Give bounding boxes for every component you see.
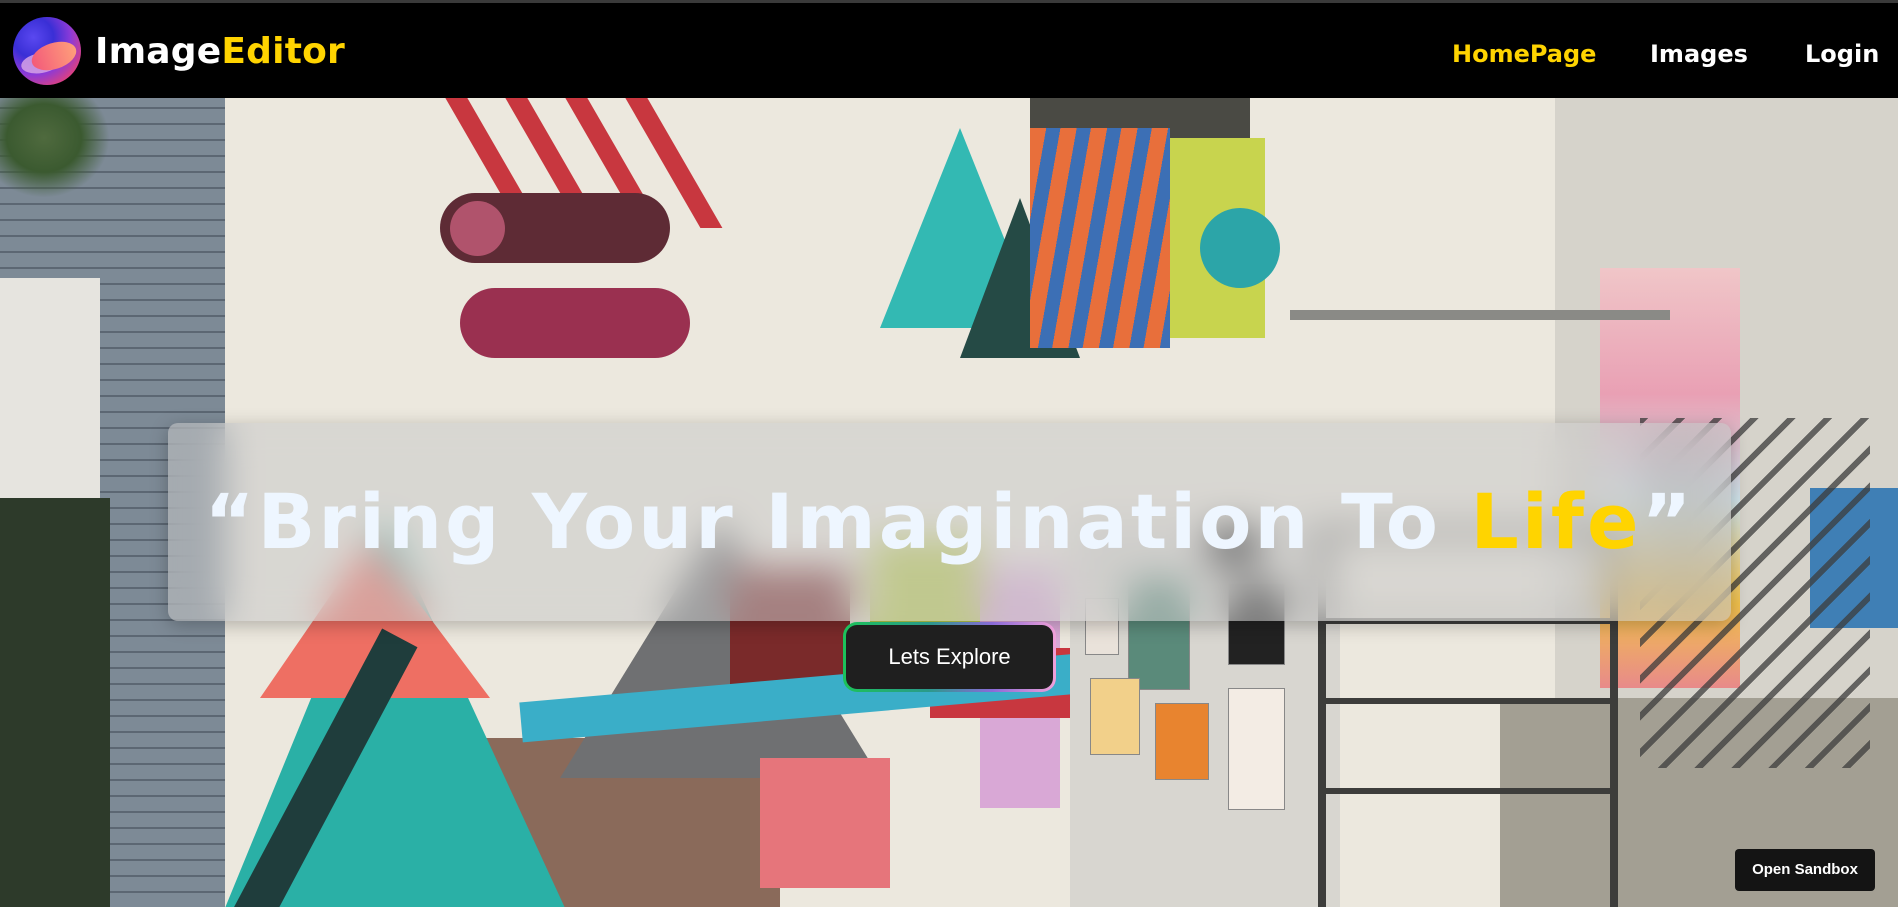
mural-orange-stripes <box>1030 128 1170 348</box>
explore-button-border: Lets Explore <box>843 622 1056 692</box>
nav-link-homepage[interactable]: HomePage <box>1452 39 1596 69</box>
open-sandbox-button[interactable]: Open Sandbox <box>1735 849 1875 891</box>
poster <box>1090 678 1140 755</box>
frame-rail <box>1318 698 1618 704</box>
poster <box>1228 688 1285 810</box>
logo-icon[interactable] <box>13 17 81 85</box>
wall-panel-left <box>0 278 100 498</box>
nav-link-images[interactable]: Images <box>1650 39 1748 69</box>
brand-primary: Image <box>95 31 222 72</box>
mural-coral-block <box>760 758 890 888</box>
nav-link-login[interactable]: Login <box>1805 39 1879 69</box>
poster <box>1155 703 1209 780</box>
quote-main: “Bring Your Imagination To <box>204 477 1471 566</box>
mural-capsule-dark <box>440 193 670 263</box>
lets-explore-button[interactable]: Lets Explore <box>846 625 1053 689</box>
awning-roof <box>1290 310 1670 320</box>
brand-title[interactable]: ImageEditor <box>95 30 345 74</box>
frame-rail <box>1318 788 1618 794</box>
quote-highlight: Life <box>1470 477 1642 566</box>
hero-section: “Bring Your Imagination To Life” Lets Ex… <box>0 98 1898 907</box>
mural-teal-circle <box>1200 208 1280 288</box>
brand-accent: Editor <box>221 31 345 72</box>
mural-capsule-pink <box>460 288 690 358</box>
doorway-left <box>0 498 110 907</box>
mural-capsule-dot <box>450 201 505 256</box>
hero-quote-panel: “Bring Your Imagination To Life” <box>168 423 1731 621</box>
foliage-top-left <box>0 98 110 198</box>
navbar: ImageEditor HomePage Images Login <box>0 3 1898 98</box>
quote-close: ” <box>1641 477 1695 566</box>
hero-quote: “Bring Your Imagination To Life” <box>205 474 1695 570</box>
